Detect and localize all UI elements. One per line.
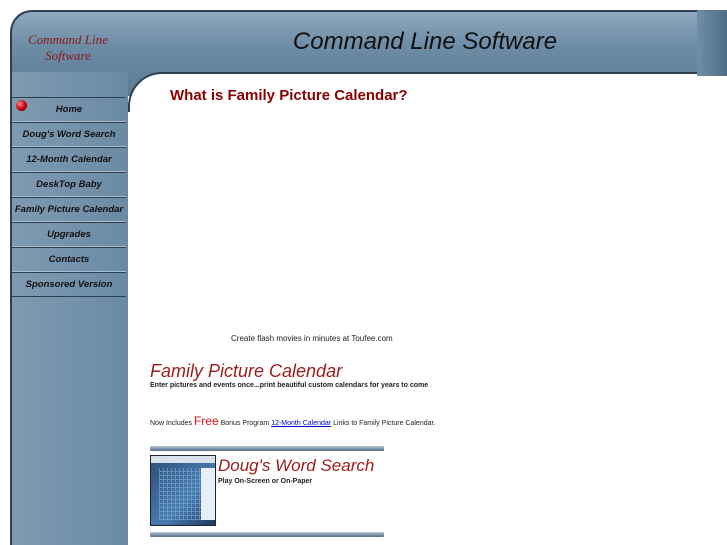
dws-title-link[interactable]: Doug's Word Search (218, 456, 374, 476)
active-bullet-icon (16, 100, 27, 111)
page-heading: What is Family Picture Calendar? (170, 87, 408, 104)
nav-item-label: Home (55, 104, 83, 115)
nav-item-contacts[interactable]: Contacts (12, 247, 126, 272)
dws-subtitle: Play On-Screen or On-Paper (218, 478, 313, 485)
site-title: Command Line Software (292, 28, 558, 55)
flash-caption-link[interactable]: Create flash movies in minutes at Toufee… (231, 334, 393, 343)
section-divider-top (150, 446, 384, 451)
nav-item-label: Sponsored Version (25, 279, 113, 290)
nav-item-upgrades[interactable]: Upgrades (12, 222, 126, 247)
site-logo[interactable]: Command Line Software (18, 32, 118, 64)
fpc-title: Family Picture Calendar (150, 361, 343, 381)
nav-item-label: Contacts (48, 254, 90, 265)
header-frame-cap (697, 10, 727, 76)
bonus-suffix: Links to Family Picture Calendar. (331, 420, 436, 427)
nav-item-label: DeskTop Baby (36, 179, 102, 190)
thumb-topbar (151, 456, 215, 463)
logo-line2: Software (45, 48, 91, 63)
nav-item-label: Upgrades (47, 229, 91, 240)
bonus-free: Free (193, 414, 219, 428)
thumb-panel (201, 468, 215, 520)
nav-item-desktop-baby[interactable]: DeskTop Baby (12, 172, 126, 197)
nav-item-12-month-calendar[interactable]: 12-Month Calendar (12, 147, 126, 172)
nav-item-dougs-word-search[interactable]: Doug's Word Search (12, 122, 126, 147)
dws-screenshot-thumbnail[interactable] (150, 455, 216, 526)
fpc-subtitle: Enter pictures and events once...print b… (150, 382, 429, 389)
logo-line1: Command Line (28, 32, 108, 47)
nav-item-label: 12-Month Calendar (26, 154, 112, 165)
nav-item-label: Doug's Word Search (22, 129, 116, 140)
bonus-line: Now Includes Free Bonus Program 12-Month… (150, 414, 435, 428)
section-divider-bottom (150, 532, 384, 537)
bonus-12-month-link[interactable]: 12-Month Calendar (271, 420, 331, 427)
nav-item-family-picture-calendar[interactable]: Family Picture Calendar (12, 197, 126, 222)
sidebar-nav: Home Doug's Word Search 12-Month Calenda… (12, 97, 126, 297)
thumb-grid (159, 468, 201, 520)
bonus-mid: Bonus Program (218, 420, 272, 427)
nav-item-label: Family Picture Calendar (14, 204, 124, 215)
nav-item-sponsored-version[interactable]: Sponsored Version (12, 272, 126, 297)
nav-item-home[interactable]: Home (12, 97, 126, 122)
bonus-prefix: Now Includes (150, 420, 194, 427)
